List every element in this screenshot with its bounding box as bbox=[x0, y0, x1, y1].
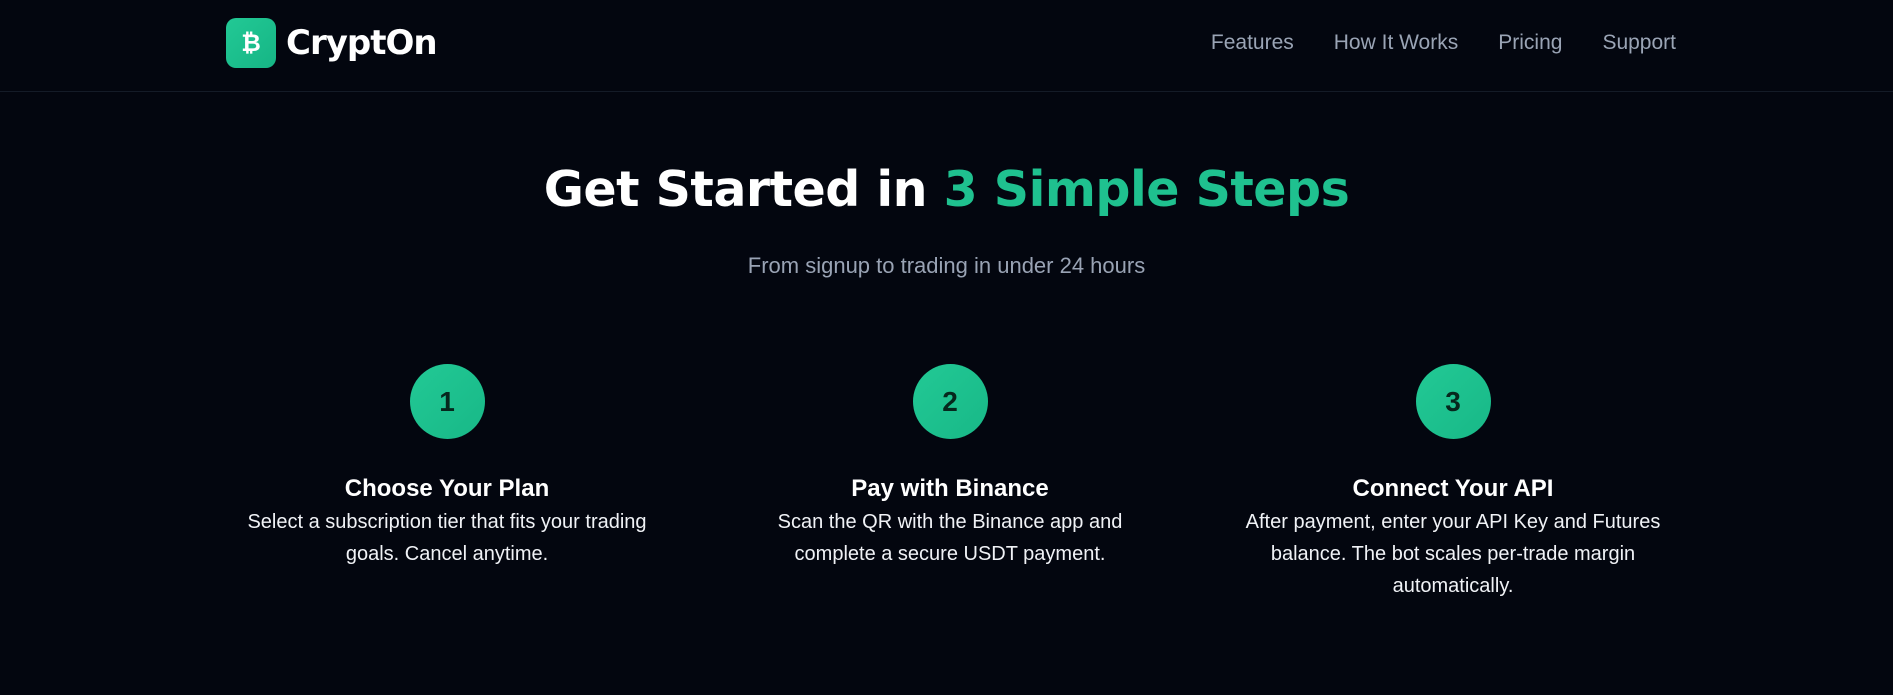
bitcoin-icon: ₿ bbox=[226, 18, 276, 68]
hero-title-prefix: Get Started in bbox=[543, 161, 944, 218]
step-title: Choose Your Plan bbox=[344, 475, 550, 502]
nav-links: Features How It Works Pricing Support bbox=[1211, 30, 1676, 56]
step-number-badge: 3 bbox=[1415, 364, 1491, 439]
nav-link-features[interactable]: Features bbox=[1211, 30, 1294, 56]
navbar: ₿ CryptOn Features How It Works Pricing … bbox=[0, 0, 1893, 92]
svg-text:₿: ₿ bbox=[241, 29, 261, 57]
hero-subtitle: From signup to trading in under 24 hours bbox=[747, 253, 1146, 278]
hero-title-accent: 3 Simple Steps bbox=[943, 161, 1350, 218]
step-number-badge: 1 bbox=[409, 364, 485, 439]
step-title: Pay with Binance bbox=[851, 475, 1049, 502]
step-number-badge: 2 bbox=[912, 364, 988, 439]
hero-title: Get Started in 3 Simple Steps bbox=[0, 158, 1893, 222]
step-description: Select a subscription tier that fits you… bbox=[247, 511, 647, 565]
step-card-3: 3 Connect Your API After payment, enter … bbox=[1223, 364, 1683, 602]
nav-link-how-it-works[interactable]: How It Works bbox=[1334, 30, 1458, 56]
step-card-1: 1 Choose Your Plan Select a subscription… bbox=[217, 364, 677, 570]
step-title: Connect Your API bbox=[1352, 475, 1554, 502]
page: ₿ CryptOn Features How It Works Pricing … bbox=[0, 0, 1893, 695]
nav-link-pricing[interactable]: Pricing bbox=[1498, 30, 1562, 56]
step-description: After payment, enter your API Key and Fu… bbox=[1245, 511, 1661, 597]
brand-name: CryptOn bbox=[286, 23, 438, 63]
step-card-2: 2 Pay with Binance Scan the QR with the … bbox=[720, 364, 1180, 570]
step-description: Scan the QR with the Binance app and com… bbox=[777, 511, 1123, 565]
nav-link-support[interactable]: Support bbox=[1602, 30, 1676, 56]
brand-logo-link[interactable]: ₿ CryptOn bbox=[226, 18, 438, 68]
